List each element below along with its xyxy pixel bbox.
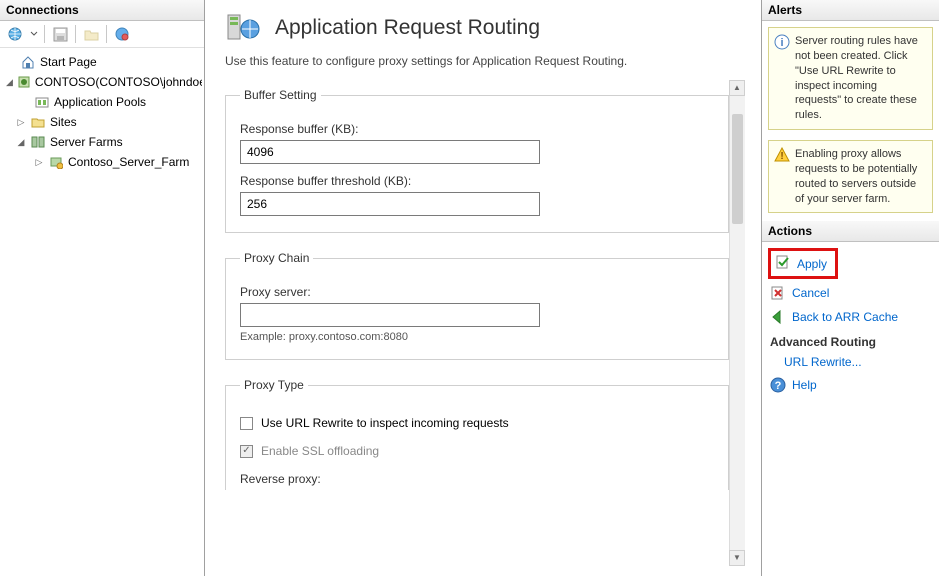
response-buffer-input[interactable] <box>240 140 540 164</box>
scroll-up-icon[interactable]: ▲ <box>729 80 745 96</box>
right-panel: Alerts i Server routing rules have not b… <box>761 0 939 576</box>
help-button[interactable]: ? Help <box>762 373 939 397</box>
app-pools-icon <box>34 94 50 110</box>
main-content: Application Request Routing Use this fea… <box>205 0 761 576</box>
url-rewrite-button[interactable]: URL Rewrite... <box>762 351 939 373</box>
cancel-icon <box>770 285 786 301</box>
farm-icon <box>48 154 64 170</box>
help-label: Help <box>792 378 817 392</box>
proxy-type-legend: Proxy Type <box>240 378 308 392</box>
home-icon <box>20 54 36 70</box>
checkbox-checked-disabled-icon: ✓ <box>240 445 253 458</box>
help-icon: ? <box>770 377 786 393</box>
response-threshold-input[interactable] <box>240 192 540 216</box>
connections-header: Connections <box>0 0 204 21</box>
cancel-button[interactable]: Cancel <box>762 281 939 305</box>
tree-app-pools[interactable]: Application Pools <box>2 92 202 112</box>
scroll-track[interactable] <box>729 96 745 550</box>
tree-server-farms[interactable]: ◢ Server Farms <box>2 132 202 152</box>
svg-text:i: i <box>780 37 783 49</box>
sites-icon <box>30 114 46 130</box>
ssl-offload-checkbox-label: Enable SSL offloading <box>261 444 379 458</box>
advanced-routing-heading: Advanced Routing <box>762 329 939 351</box>
url-rewrite-checkbox-label: Use URL Rewrite to inspect incoming requ… <box>261 416 509 430</box>
apply-icon <box>775 254 791 273</box>
tree-label: Application Pools <box>54 95 146 109</box>
actions-header: Actions <box>762 221 939 242</box>
proxy-server-input[interactable] <box>240 303 540 327</box>
scroll-thumb[interactable] <box>732 114 743 224</box>
tree-start-page[interactable]: Start Page <box>2 52 202 72</box>
alert-info: i Server routing rules have not been cre… <box>768 27 933 130</box>
proxy-chain-legend: Proxy Chain <box>240 251 313 265</box>
cancel-label: Cancel <box>792 286 829 300</box>
vertical-scrollbar[interactable]: ▲ ▼ <box>729 80 745 566</box>
alert-info-text: Server routing rules have not been creat… <box>795 35 918 121</box>
warning-icon: ! <box>774 147 790 163</box>
buffer-legend: Buffer Setting <box>240 88 321 102</box>
chevron-down-icon[interactable] <box>30 30 38 38</box>
tree-label: Server Farms <box>50 135 123 149</box>
info-icon: i <box>774 34 790 50</box>
svg-text:?: ? <box>775 380 782 392</box>
alerts-header: Alerts <box>762 0 939 21</box>
tree-sites[interactable]: ▷ Sites <box>2 112 202 132</box>
apply-button[interactable]: Apply <box>768 248 838 279</box>
arr-feature-icon <box>225 10 261 46</box>
connections-toolbar <box>0 21 204 48</box>
tree-label: Start Page <box>40 55 97 69</box>
connections-panel: Connections Start Page ◢ <box>0 0 205 576</box>
tree-label: Contoso_Server_Farm <box>68 155 189 169</box>
alert-warning: ! Enabling proxy allows requests to be p… <box>768 140 933 213</box>
back-button[interactable]: Back to ARR Cache <box>762 305 939 329</box>
url-rewrite-label: URL Rewrite... <box>784 355 862 369</box>
back-label: Back to ARR Cache <box>792 310 898 324</box>
reverse-proxy-label: Reverse proxy: <box>240 472 714 486</box>
page-description: Use this feature to configure proxy sett… <box>225 54 747 68</box>
apply-label: Apply <box>797 257 827 271</box>
server-icon <box>17 74 31 90</box>
server-farms-icon <box>30 134 46 150</box>
tree-farm-item[interactable]: ▷ Contoso_Server_Farm <box>2 152 202 172</box>
connections-tree: Start Page ◢ CONTOSO(CONTOSO\johndoe) Ap… <box>0 48 204 176</box>
proxy-chain-group: Proxy Chain Proxy server: Example: proxy… <box>225 251 729 360</box>
refresh-icon[interactable] <box>113 25 131 43</box>
proxy-type-group: Proxy Type Use URL Rewrite to inspect in… <box>225 378 729 490</box>
page-title: Application Request Routing <box>275 16 540 40</box>
folder-icon[interactable] <box>82 25 100 43</box>
response-buffer-label: Response buffer (KB): <box>240 122 714 136</box>
save-icon[interactable] <box>51 25 69 43</box>
globe-icon[interactable] <box>6 25 24 43</box>
proxy-server-hint: Example: proxy.contoso.com:8080 <box>240 331 714 343</box>
ssl-offload-checkbox-row: ✓ Enable SSL offloading <box>240 444 714 458</box>
actions-list: Apply Cancel Back to ARR Cache Advanced … <box>762 242 939 401</box>
tree-server-node[interactable]: ◢ CONTOSO(CONTOSO\johndoe) <box>2 72 202 92</box>
response-threshold-label: Response buffer threshold (KB): <box>240 174 714 188</box>
tree-label: CONTOSO(CONTOSO\johndoe) <box>35 75 202 89</box>
checkbox-unchecked-icon[interactable] <box>240 417 253 430</box>
buffer-settings-group: Buffer Setting Response buffer (KB): Res… <box>225 88 729 233</box>
url-rewrite-checkbox-row[interactable]: Use URL Rewrite to inspect incoming requ… <box>240 416 714 430</box>
scroll-down-icon[interactable]: ▼ <box>729 550 745 566</box>
alert-warning-text: Enabling proxy allows requests to be pot… <box>795 148 917 205</box>
form-scroll-area: Buffer Setting Response buffer (KB): Res… <box>225 80 747 566</box>
proxy-server-label: Proxy server: <box>240 285 714 299</box>
tree-label: Sites <box>50 115 77 129</box>
svg-text:!: ! <box>780 151 783 162</box>
back-arrow-icon <box>770 309 786 325</box>
